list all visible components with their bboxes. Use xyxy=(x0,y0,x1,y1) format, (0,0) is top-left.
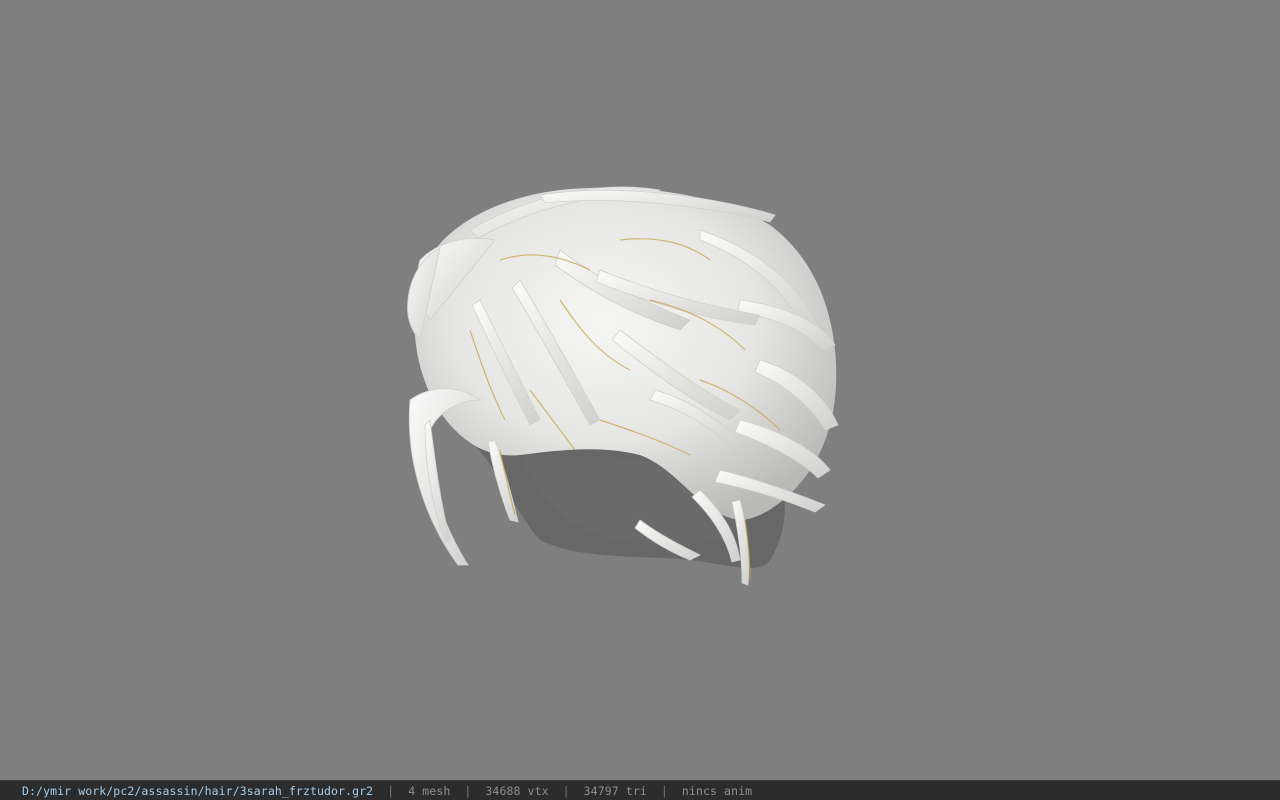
separator: | xyxy=(660,783,668,798)
3d-viewport[interactable] xyxy=(0,0,1280,780)
separator: | xyxy=(387,783,395,798)
separator: | xyxy=(562,783,570,798)
separator: | xyxy=(464,783,472,798)
hair-model[interactable] xyxy=(0,0,1280,780)
mesh-count: 4 mesh xyxy=(408,783,451,798)
file-path: D:/ymir work/pc2/assassin/hair/3sarah_fr… xyxy=(22,783,374,798)
triangle-count: 34797 tri xyxy=(583,783,647,798)
animation-status: nincs anim xyxy=(681,783,753,798)
status-bar: D:/ymir work/pc2/assassin/hair/3sarah_fr… xyxy=(0,780,1280,800)
vertex-count: 34688 vtx xyxy=(485,783,549,798)
